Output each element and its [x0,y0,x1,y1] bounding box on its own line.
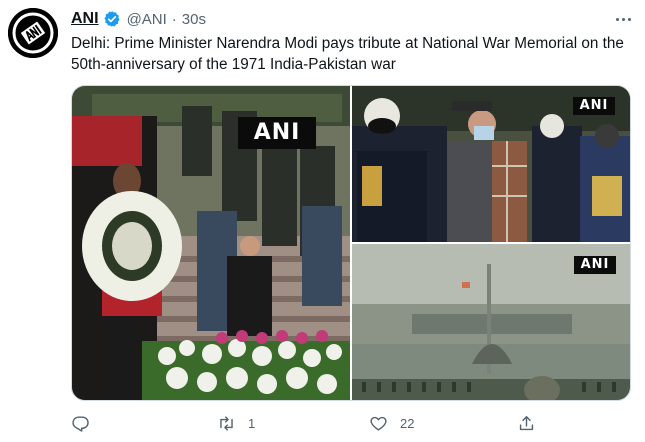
separator-dot: · [171,10,177,28]
ani-watermark: ANI [574,256,616,274]
reply-button[interactable] [71,410,102,436]
author-handle[interactable]: @ANI [127,11,167,28]
photo-salute[interactable]: ANI [352,86,630,242]
more-options-button[interactable] [612,10,634,28]
retweet-icon [220,415,233,431]
tweet-actions: 1 22 [71,410,631,436]
share-button[interactable] [517,410,536,436]
ani-logo-icon [8,8,58,58]
retweet-button[interactable]: 1 [217,410,255,436]
ani-watermark: ANI [573,97,615,115]
media-grid[interactable]: ANI ANI ANI [71,85,631,401]
like-count: 22 [400,415,415,431]
photo-wreath-laying[interactable]: ANI [72,86,350,400]
author-name[interactable]: ANI [71,10,99,28]
more-icon [615,17,619,21]
tweet-header: ANI @ANI · 30s [71,8,206,30]
verified-badge-icon [103,11,120,27]
tweet-card[interactable]: ANI @ANI · 30s Delhi: Prime Minister Nar… [0,0,645,442]
photo-memorial-wide[interactable]: ANI [352,244,630,400]
heart-icon [370,416,387,431]
tweet-time[interactable]: 30s [182,11,206,28]
retweet-count: 1 [248,415,256,431]
tweet-text: Delhi: Prime Minister Narendra Modi pays… [71,35,624,73]
reply-icon [72,415,89,432]
like-button[interactable]: 22 [369,410,414,436]
ani-watermark: ANI [238,117,316,149]
avatar[interactable] [8,8,58,58]
share-icon [519,415,534,430]
